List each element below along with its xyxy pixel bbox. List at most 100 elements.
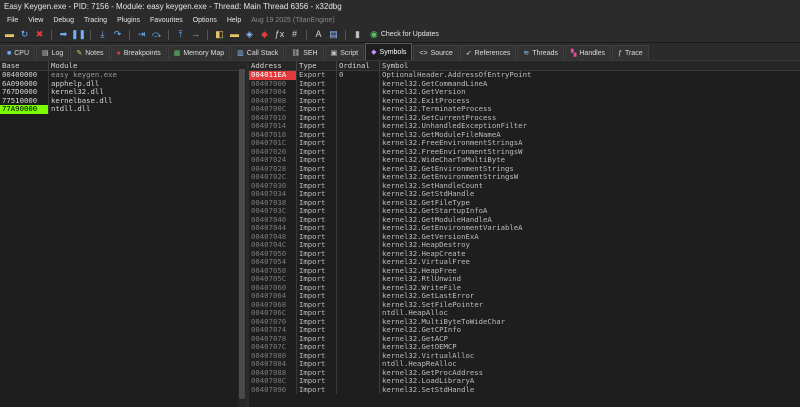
calculator-icon[interactable]: ▮ xyxy=(351,28,364,41)
strings-icon[interactable]: ▤ xyxy=(327,28,340,41)
patch-icon[interactable]: ▬ xyxy=(228,28,241,41)
menu-view[interactable]: View xyxy=(23,17,48,24)
symbol-row[interactable]: 00407044 Import kernel32.GetEnvironmentVar… xyxy=(249,224,800,233)
symbol-row[interactable]: 00407054 Import kernel32.VirtualFree xyxy=(249,258,800,267)
tab-call-stack[interactable]: ▥ Call Stack xyxy=(231,45,285,60)
symbol-row[interactable]: 0040708C Import kernel32.LoadLibraryA xyxy=(249,377,800,386)
symbol-row[interactable]: 00407084 Import ntdll.HeapReAlloc xyxy=(249,360,800,369)
column-address[interactable]: Address xyxy=(249,61,297,70)
trace-icon: ƒ xyxy=(618,49,622,57)
symbol-row[interactable]: 00407040 Import kernel32.GetModuleHandleA xyxy=(249,215,800,224)
column-ordinal[interactable]: Ordinal xyxy=(337,61,380,70)
symbol-row[interactable]: 00407048 Import kernel32.GetVersionExA xyxy=(249,232,800,241)
tab-symbols[interactable]: ◆ Symbols xyxy=(365,43,413,60)
symbol-row[interactable]: 00407000 Import kernel32.GetCommandLineA xyxy=(249,79,800,88)
symbol-row[interactable]: 0040706C Import ntdll.HeapAlloc xyxy=(249,309,800,318)
symbol-row[interactable]: 00407034 Import kernel32.GetStdHandle xyxy=(249,190,800,199)
symbol-row[interactable]: 00407058 Import kernel32.HeapFree xyxy=(249,266,800,275)
step-into-icon[interactable]: ⤓ xyxy=(96,28,109,41)
font-size-icon[interactable]: A xyxy=(312,28,325,41)
tab-source[interactable]: <> Source xyxy=(413,45,459,60)
module-row[interactable]: 767D0000 kernel32.dll xyxy=(0,88,238,97)
symbol-row[interactable]: 0040703C Import kernel32.GetStartupInfoA xyxy=(249,207,800,216)
execute-till-return-icon[interactable]: ⤒ xyxy=(174,28,187,41)
pause-icon[interactable]: ❚❚ xyxy=(71,28,86,41)
symbol-row[interactable]: 00407070 Import kernel32.MultiByteToWideCh… xyxy=(249,317,800,326)
check-updates-button[interactable]: ◉ Check for Updates xyxy=(370,29,439,40)
symbol-row[interactable]: 00407074 Import kernel32.GetCPInfo xyxy=(249,326,800,335)
column-symbol[interactable]: Symbol xyxy=(380,61,800,70)
tab-trace[interactable]: ƒ Trace xyxy=(612,45,649,60)
symbol-name: kernel32.VirtualAlloc xyxy=(382,351,475,360)
step-over-icon[interactable]: ↷ xyxy=(111,28,124,41)
run-to-user-code-icon[interactable]: → xyxy=(189,28,202,41)
symbol-row[interactable]: 00407088 Import kernel32.GetProcAddress xyxy=(249,368,800,377)
symbol-row[interactable]: 00407038 Import kernel32.GetFileType xyxy=(249,198,800,207)
symbol-row[interactable]: 0040701C Import kernel32.FreeEnvironmentSt… xyxy=(249,139,800,148)
close-icon[interactable]: ✖ xyxy=(33,28,46,41)
module-row[interactable]: 6A090000 apphelp.dll xyxy=(0,79,238,88)
menu-options[interactable]: Options xyxy=(188,17,222,24)
scrollbar-thumb[interactable] xyxy=(239,69,245,399)
menu-debug[interactable]: Debug xyxy=(48,17,79,24)
menu-favourites[interactable]: Favourites xyxy=(145,17,188,24)
symbol-row[interactable]: 00407060 Import kernel32.WriteFile xyxy=(249,283,800,292)
symbol-row[interactable]: 00407014 Import kernel32.UnhandledExceptio… xyxy=(249,122,800,131)
symbol-row[interactable]: 00407004 Import kernel32.GetVersion xyxy=(249,88,800,97)
tab-breakpoints[interactable]: ● Breakpoints xyxy=(110,45,167,60)
trace-into-icon[interactable]: ⇥ xyxy=(135,28,148,41)
symbol-row[interactable]: 00407078 Import kernel32.GetACP xyxy=(249,334,800,343)
tab-threads[interactable]: ≋ Threads xyxy=(517,45,564,60)
column-type[interactable]: Type xyxy=(297,61,337,70)
modules-scrollbar[interactable] xyxy=(238,61,246,407)
symbol-ordinal xyxy=(337,334,380,343)
symbol-row[interactable]: 00407068 Import kernel32.SetFilePointer xyxy=(249,300,800,309)
symbol-row[interactable]: 00407030 Import kernel32.SetHandleCount xyxy=(249,181,800,190)
open-folder-icon[interactable]: ▬ xyxy=(3,28,16,41)
tab-seh[interactable]: ⛓ SEH xyxy=(285,45,324,60)
symbol-row[interactable]: 00407090 Import kernel32.SetStdHandle xyxy=(249,385,800,394)
symbol-row[interactable]: 00407050 Import kernel32.HeapCreate xyxy=(249,249,800,258)
symbol-row[interactable]: 00407020 Import kernel32.FreeEnvironmentSt… xyxy=(249,147,800,156)
symbol-row[interactable]: 0040704C Import kernel32.HeapDestroy xyxy=(249,241,800,250)
symbol-row[interactable]: 0040700C Import kernel32.TerminateProcess xyxy=(249,105,800,114)
module-row[interactable]: 77510000 kernelbase.dll xyxy=(0,96,238,105)
run-icon[interactable]: ➡ xyxy=(57,28,70,41)
symbol-row[interactable]: 00407010 Import kernel32.GetCurrentProcess xyxy=(249,113,800,122)
comment-icon[interactable]: ◈ xyxy=(243,28,256,41)
symbol-row[interactable]: 00407064 Import kernel32.GetLastError xyxy=(249,292,800,301)
menu-help[interactable]: Help xyxy=(222,17,246,24)
scylla-icon[interactable]: ◧ xyxy=(213,28,226,41)
column-module[interactable]: Module xyxy=(49,61,238,70)
function-icon[interactable]: ƒx xyxy=(273,28,286,41)
menu-plugins[interactable]: Plugins xyxy=(112,17,145,24)
tab-cpu[interactable]: ■ CPU xyxy=(1,45,36,60)
module-row[interactable]: 77A90000 ntdll.dll xyxy=(0,105,238,114)
module-name: apphelp.dll xyxy=(51,79,100,88)
tab-memory-map[interactable]: ▦ Memory Map xyxy=(167,45,231,60)
tab-script[interactable]: ▣ Script xyxy=(324,45,365,60)
symbol-row[interactable]: 0040705C Import kernel32.RtlUnwind xyxy=(249,275,800,284)
symbol-row[interactable]: 00407080 Import kernel32.VirtualAlloc xyxy=(249,351,800,360)
tab-log[interactable]: ▤ Log xyxy=(36,45,70,60)
symbol-row[interactable]: 0040702C Import kernel32.GetEnvironmentStr… xyxy=(249,173,800,182)
symbol-row[interactable]: 004011EA Export 0 OptionalHeader.AddressOfE… xyxy=(249,71,800,80)
tab-references[interactable]: ➶ References xyxy=(459,45,517,60)
symbol-name: kernel32.GetStartupInfoA xyxy=(382,207,488,215)
symbol-row[interactable]: 00407028 Import kernel32.GetEnvironmentStr… xyxy=(249,164,800,173)
column-base[interactable]: Base xyxy=(0,61,49,70)
tab-handles[interactable]: ▚ Handles xyxy=(564,45,612,60)
symbol-type: Import xyxy=(297,113,337,122)
restart-icon[interactable]: ↻ xyxy=(18,28,31,41)
menu-file[interactable]: File xyxy=(2,17,23,24)
label-icon[interactable]: ◆ xyxy=(258,28,271,41)
symbol-row[interactable]: 00407008 Import kernel32.ExitProcess xyxy=(249,96,800,105)
menu-tracing[interactable]: Tracing xyxy=(79,17,112,24)
tab-notes[interactable]: ✎ Notes xyxy=(70,45,110,60)
hash-icon[interactable]: # xyxy=(288,28,301,41)
symbol-row[interactable]: 0040707C Import kernel32.GetOEMCP xyxy=(249,343,800,352)
symbol-row[interactable]: 00407024 Import kernel32.WideCharToMultiBy… xyxy=(249,156,800,165)
trace-over-icon[interactable]: ⤼ xyxy=(150,28,163,41)
module-row[interactable]: 00400000 easy keygen.exe xyxy=(0,71,238,80)
symbol-row[interactable]: 00407018 Import kernel32.GetModuleFileName… xyxy=(249,130,800,139)
